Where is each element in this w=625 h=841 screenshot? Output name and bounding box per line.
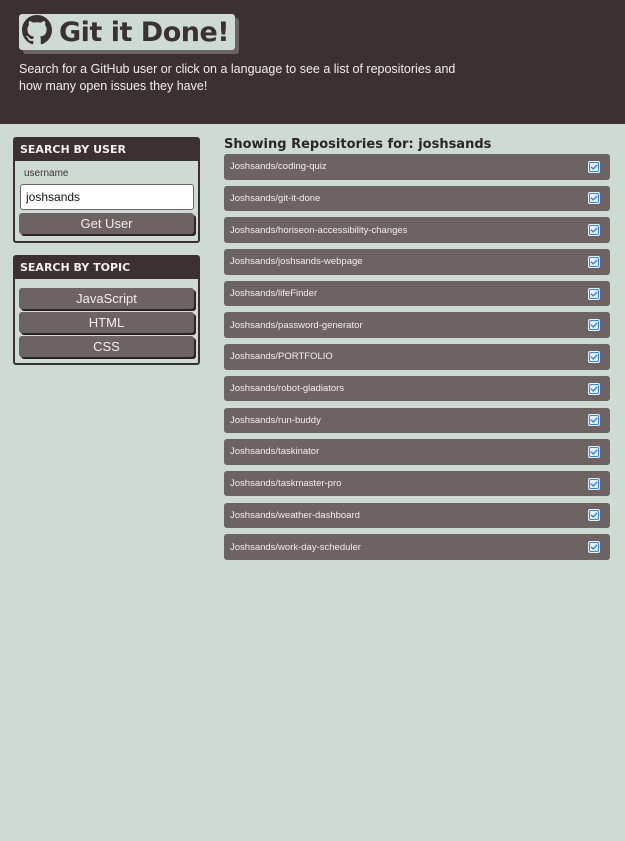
check-square-icon [588, 224, 600, 237]
repo-item[interactable]: Joshsands/horiseon-accessibility-changes [224, 217, 610, 243]
user-search-heading: SEARCH BY USER [15, 139, 198, 161]
repo-item[interactable]: Joshsands/taskmaster-pro [224, 470, 610, 497]
repo-item[interactable]: Joshsands/lifeFinder [224, 280, 610, 307]
app-subtitle: Search for a GitHub user or click on a l… [19, 62, 456, 93]
repo-item[interactable]: Joshsands/robot-gladiators [224, 375, 610, 402]
repo-search-term: joshsands [418, 137, 492, 152]
check-square-icon [588, 414, 600, 427]
github-icon [22, 15, 52, 49]
repo-item[interactable]: Joshsands/work-day-scheduler [224, 534, 610, 560]
app-title: Git it Done! [59, 16, 230, 48]
repo-name: Joshsands/PORTFOLIO [230, 351, 333, 363]
check-square-icon [588, 350, 600, 363]
repo-item[interactable]: Joshsands/git-it-done [224, 185, 610, 212]
check-square-icon [588, 509, 600, 522]
repo-item[interactable]: Joshsands/taskinator [224, 439, 610, 465]
repo-search-heading: Showing Repositories for: joshsands [224, 137, 491, 152]
repo-list: Joshsands/coding-quiz Joshsands/git-it-do… [224, 154, 610, 566]
username-input[interactable] [20, 184, 194, 210]
repo-item[interactable]: Joshsands/run-buddy [224, 407, 610, 434]
check-square-icon [588, 192, 600, 205]
repo-item[interactable]: Joshsands/PORTFOLIO [224, 344, 610, 370]
user-search-card: SEARCH BY USER username Get User [13, 137, 200, 243]
repo-name: Joshsands/weather-dashboard [230, 509, 360, 521]
get-user-button[interactable]: Get User [19, 213, 194, 234]
check-square-icon [588, 255, 600, 268]
repo-name: Joshsands/lifeFinder [230, 288, 318, 300]
check-square-icon [588, 287, 600, 300]
check-square-icon [588, 541, 600, 554]
repo-name: Joshsands/work-day-scheduler [230, 541, 361, 553]
repo-item[interactable]: Joshsands/password-generator [224, 312, 610, 339]
username-label: username [24, 168, 69, 179]
logo: Git it Done! [19, 14, 236, 50]
repo-item[interactable]: Joshsands/joshsands-webpage [224, 249, 610, 275]
repo-name: Joshsands/password-generator [230, 319, 363, 331]
check-square-icon [588, 160, 600, 173]
check-square-icon [588, 382, 600, 395]
topic-button-css[interactable]: CSS [19, 336, 194, 357]
repo-name: Joshsands/joshsands-webpage [230, 256, 363, 268]
repo-heading-prefix: Showing Repositories for: [224, 137, 419, 152]
page-header: Git it Done! Search for a GitHub user or… [0, 0, 625, 124]
repo-name: Joshsands/coding-quiz [230, 161, 327, 173]
topic-button-javascript[interactable]: JavaScript [19, 288, 194, 309]
repo-name: Joshsands/git-it-done [230, 192, 321, 204]
repo-name: Joshsands/horiseon-accessibility-changes [230, 224, 408, 236]
topic-search-heading: SEARCH BY TOPIC [15, 257, 198, 279]
check-square-icon [588, 319, 600, 332]
repo-name: Joshsands/robot-gladiators [230, 383, 345, 395]
check-square-icon [588, 477, 600, 490]
topic-search-card: SEARCH BY TOPIC JavaScript HTML CSS [13, 255, 200, 365]
repo-item[interactable]: Joshsands/weather-dashboard [224, 502, 610, 529]
repo-item[interactable]: Joshsands/coding-quiz [224, 154, 610, 180]
repo-name: Joshsands/taskinator [230, 446, 320, 458]
topic-button-html[interactable]: HTML [19, 312, 194, 333]
repo-name: Joshsands/taskmaster-pro [230, 478, 342, 490]
repo-name: Joshsands/run-buddy [230, 414, 321, 426]
check-square-icon [588, 445, 600, 458]
